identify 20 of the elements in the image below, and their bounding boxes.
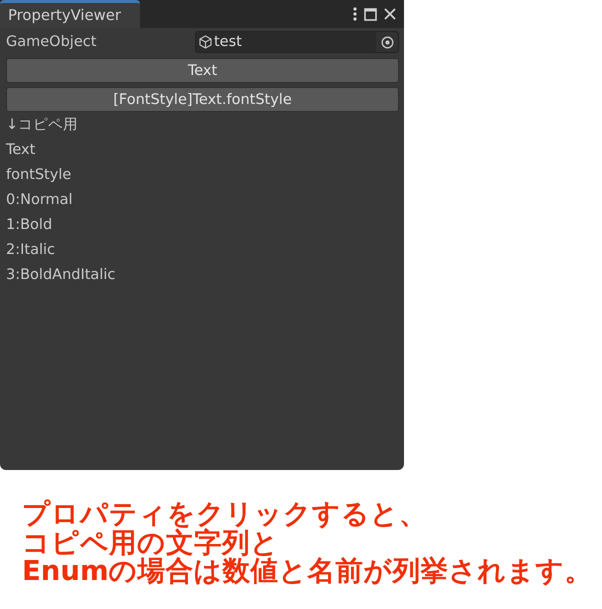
output-line: 3:BoldAndItalic bbox=[6, 266, 116, 285]
close-icon[interactable] bbox=[384, 8, 396, 20]
more-options-icon[interactable] bbox=[353, 7, 357, 21]
property-button[interactable]: [FontStyle]Text.fontStyle bbox=[6, 87, 399, 112]
target-icon bbox=[380, 36, 394, 48]
output-line: fontStyle bbox=[6, 166, 72, 185]
output-line: 2:Italic bbox=[6, 241, 55, 260]
output-line: ↓コピペ用 bbox=[6, 116, 78, 135]
output-line: 1:Bold bbox=[6, 216, 52, 235]
object-picker-button[interactable] bbox=[376, 32, 398, 52]
field-value: test bbox=[214, 34, 243, 50]
output-line: Text bbox=[6, 141, 36, 160]
field-label: GameObject bbox=[6, 34, 98, 50]
window-tab[interactable]: PropertyViewer bbox=[0, 0, 140, 28]
object-field[interactable]: test bbox=[195, 31, 399, 53]
maximize-icon[interactable] bbox=[364, 8, 377, 20]
cube-icon bbox=[199, 35, 212, 49]
property-button[interactable]: Text bbox=[6, 58, 399, 83]
output-line: 0:Normal bbox=[6, 191, 73, 210]
caption-text: プロパティをクリックすると、 コピペ用の文字列と Enumの場合は数値と名前が列挙されます。 bbox=[22, 500, 593, 586]
